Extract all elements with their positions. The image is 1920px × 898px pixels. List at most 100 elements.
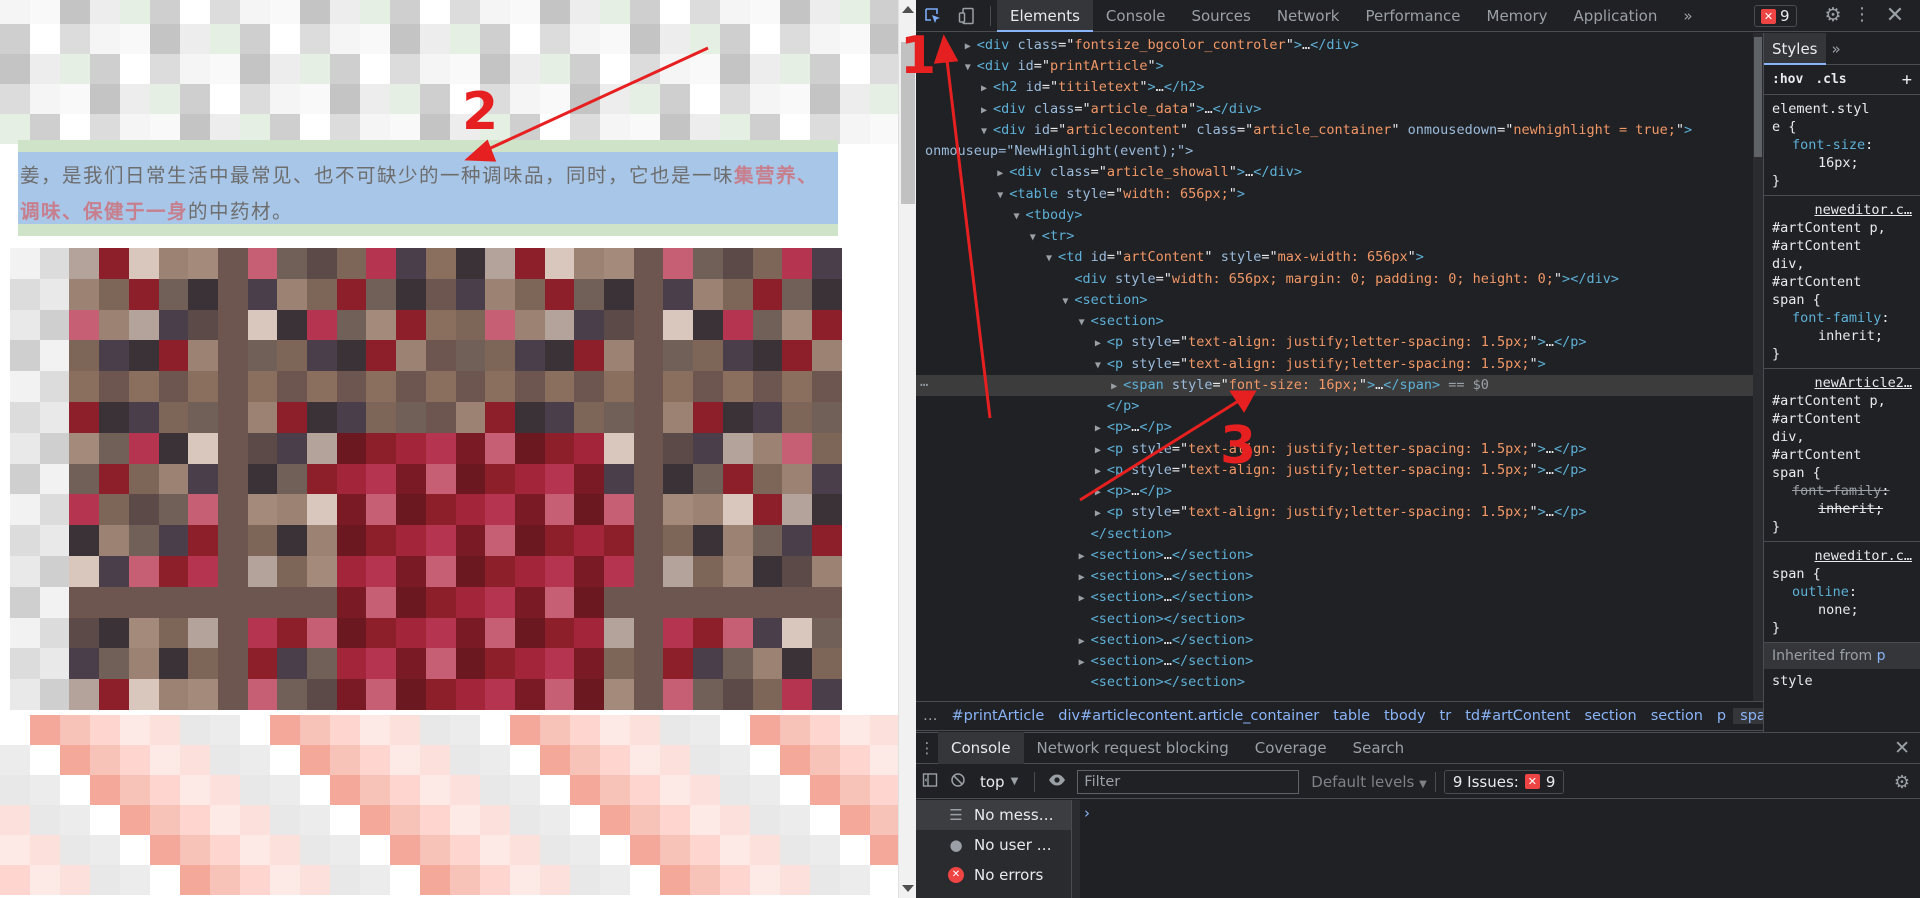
drawer-tab-search[interactable]: Search bbox=[1340, 732, 1418, 764]
dom-node[interactable]: ▶ <h2 id="titiletext">…</h2> bbox=[916, 77, 1756, 98]
breadcrumb-item[interactable]: section bbox=[1644, 708, 1710, 724]
dom-node-selected[interactable]: ▶ <span style="font-size: 16px;">…</span>… bbox=[916, 374, 1756, 397]
dom-node[interactable]: ▶ <p>…</p> bbox=[916, 481, 1756, 502]
dom-tree-scroll-thumb[interactable] bbox=[1754, 37, 1762, 157]
collapse-triangle-icon[interactable]: ▼ bbox=[1095, 355, 1107, 376]
settings-gear-icon[interactable]: ⚙ bbox=[1822, 4, 1844, 28]
dom-node[interactable]: ▼ <div id="articlecontent" class="article… bbox=[916, 120, 1756, 141]
tab-styles[interactable]: Styles bbox=[1764, 33, 1826, 65]
style-rule[interactable]: neweditor.c… span {outline: none;} bbox=[1764, 542, 1920, 643]
expand-triangle-icon[interactable]: ▶ bbox=[1111, 376, 1123, 397]
collapse-triangle-icon[interactable]: ▼ bbox=[1030, 227, 1042, 248]
collapse-triangle-icon[interactable]: ▼ bbox=[965, 57, 977, 78]
breadcrumb-item[interactable]: div#articlecontent.article_container bbox=[1051, 708, 1326, 724]
css-property[interactable]: outline: none; bbox=[1772, 583, 1912, 619]
collapse-triangle-icon[interactable]: ▼ bbox=[1079, 312, 1091, 333]
sidebar-item-user-messages[interactable]: ● No user … bbox=[916, 830, 1071, 860]
dom-node[interactable]: onmouseup="NewHighlight(event);"> bbox=[916, 141, 1756, 162]
log-levels-dropdown[interactable]: Default levels ▼ bbox=[1311, 773, 1427, 791]
expand-triangle-icon[interactable]: ▶ bbox=[1095, 418, 1107, 439]
close-devtools-icon[interactable]: ✕ bbox=[1882, 3, 1908, 29]
expand-triangle-icon[interactable]: ▶ bbox=[1079, 546, 1091, 567]
context-selector[interactable]: top ▼ bbox=[972, 773, 1026, 791]
dom-node[interactable]: ▼ <table style="width: 656px;"> bbox=[916, 184, 1756, 205]
dom-node[interactable]: ▼ <tbody> bbox=[916, 205, 1756, 226]
dom-node[interactable]: ▶ <p style="text-align: justify;letter-sp… bbox=[916, 460, 1756, 481]
drawer-tab-console[interactable]: Console bbox=[938, 732, 1024, 764]
styles-more-tabs[interactable]: » bbox=[1826, 40, 1847, 58]
expand-triangle-icon[interactable]: ▶ bbox=[1095, 333, 1107, 354]
dom-node[interactable]: ▼ <section> bbox=[916, 290, 1756, 311]
collapse-triangle-icon[interactable]: ▼ bbox=[1046, 248, 1058, 269]
stylesheet-link[interactable]: neweditor.c… bbox=[1772, 547, 1912, 565]
collapse-triangle-icon[interactable]: ▼ bbox=[1062, 291, 1074, 312]
dom-node[interactable]: </section> bbox=[916, 524, 1756, 545]
console-settings-gear-icon[interactable]: ⚙ bbox=[1894, 772, 1910, 793]
error-count-badge[interactable]: ✕ 9 bbox=[1754, 5, 1797, 27]
collapse-triangle-icon[interactable]: ▼ bbox=[1014, 206, 1026, 227]
device-toolbar-icon[interactable] bbox=[950, 0, 984, 32]
selected-paragraph[interactable]: 姜，是我们日常生活中最常见、也不可缺少的一种调味品，同时，它也是一味集营养、调味… bbox=[18, 152, 838, 224]
console-prompt[interactable]: › bbox=[1084, 804, 1090, 822]
tab-performance[interactable]: Performance bbox=[1352, 0, 1473, 32]
breadcrumb-item[interactable]: #printArticle bbox=[945, 708, 1052, 724]
more-tabs-button[interactable]: » bbox=[1670, 0, 1705, 32]
style-rule[interactable]: neweditor.c… #artContent p, #artContent div… bbox=[1764, 196, 1920, 369]
dom-node[interactable]: ▶ <p style="text-align: justify;letter-sp… bbox=[916, 439, 1756, 460]
breadcrumb-item[interactable]: p bbox=[1710, 708, 1733, 724]
breadcrumb-item[interactable]: span bbox=[1733, 708, 1763, 724]
issues-button[interactable]: 9 Issues: ✕ 9 bbox=[1443, 769, 1565, 794]
close-drawer-icon[interactable]: ✕ bbox=[1894, 737, 1910, 759]
console-sidebar-splitter[interactable] bbox=[1072, 800, 1080, 898]
expand-triangle-icon[interactable]: ▶ bbox=[997, 163, 1009, 184]
collapse-triangle-icon[interactable]: ▼ bbox=[997, 185, 1009, 206]
inherited-element-link[interactable]: p bbox=[1877, 648, 1886, 664]
tab-sources[interactable]: Sources bbox=[1178, 0, 1263, 32]
stylesheet-link[interactable]: neweditor.c… bbox=[1772, 201, 1912, 219]
class-toggle[interactable]: .cls bbox=[1815, 72, 1846, 87]
page-scrollbar[interactable] bbox=[898, 0, 916, 898]
live-expression-eye-icon[interactable] bbox=[1043, 773, 1071, 791]
dom-node[interactable]: <section></section> bbox=[916, 609, 1756, 630]
dom-node[interactable]: ▼ <section> bbox=[916, 311, 1756, 332]
tab-application[interactable]: Application bbox=[1561, 0, 1671, 32]
tab-elements[interactable]: Elements bbox=[997, 0, 1093, 32]
dom-node[interactable]: </p> bbox=[916, 396, 1756, 417]
expand-triangle-icon[interactable]: ▶ bbox=[1079, 588, 1091, 609]
new-rule-plus-icon[interactable]: + bbox=[1902, 70, 1912, 90]
style-rule[interactable]: newArticle2… #artContent p, #artContent div… bbox=[1764, 369, 1920, 542]
expand-triangle-icon[interactable]: ▶ bbox=[1095, 461, 1107, 482]
style-rule[interactable]: element.styl e {font-size: 16px;} bbox=[1764, 95, 1920, 196]
dom-node[interactable]: ▶ <div class="article_showall">…</div> bbox=[916, 162, 1756, 183]
breadcrumb-item[interactable]: table bbox=[1326, 708, 1377, 724]
hover-state-toggle[interactable]: :hov bbox=[1772, 72, 1803, 87]
dom-node[interactable]: ▶ <section>…</section> bbox=[916, 587, 1756, 608]
dom-node[interactable]: ▶ <section>…</section> bbox=[916, 651, 1756, 672]
sidebar-item-messages[interactable]: ☰ No mess… bbox=[916, 800, 1071, 830]
dom-node[interactable]: ▼ <td id="artContent" style="max-width: 6… bbox=[916, 247, 1756, 268]
console-filter-input[interactable] bbox=[1077, 769, 1300, 794]
dom-tree-scrollbar[interactable] bbox=[1753, 33, 1763, 701]
dom-node[interactable]: ▶ <div class="article_data">…</div> bbox=[916, 99, 1756, 120]
dom-node[interactable]: <section></section> bbox=[916, 672, 1756, 693]
dom-node[interactable]: ▶ <section>…</section> bbox=[916, 630, 1756, 651]
tab-console[interactable]: Console bbox=[1093, 0, 1179, 32]
dom-node[interactable]: ▶ <section>…</section> bbox=[916, 545, 1756, 566]
expand-triangle-icon[interactable]: ▶ bbox=[1079, 652, 1091, 673]
expand-triangle-icon[interactable]: ▶ bbox=[965, 36, 977, 57]
css-property[interactable]: font-family: inherit; bbox=[1772, 482, 1912, 518]
dom-node[interactable]: ▶ <p>…</p> bbox=[916, 417, 1756, 438]
expand-triangle-icon[interactable]: ▶ bbox=[981, 78, 993, 99]
expand-triangle-icon[interactable]: ▶ bbox=[1095, 482, 1107, 503]
expand-triangle-icon[interactable]: ▶ bbox=[981, 100, 993, 121]
collapse-triangle-icon[interactable]: ▼ bbox=[981, 121, 993, 142]
drawer-tab-network-request-blocking[interactable]: Network request blocking bbox=[1024, 732, 1242, 764]
dom-node[interactable]: ▶ <p style="text-align: justify;letter-sp… bbox=[916, 502, 1756, 523]
breadcrumb-item[interactable]: td#artContent bbox=[1458, 708, 1577, 724]
scroll-down-arrow-icon[interactable] bbox=[902, 885, 914, 892]
dom-node[interactable]: ▼ <tr> bbox=[916, 226, 1756, 247]
more-options-icon[interactable]: ⋮ bbox=[1852, 4, 1872, 28]
expand-triangle-icon[interactable]: ▶ bbox=[1079, 631, 1091, 652]
drawer-menu-icon[interactable]: ⋮ bbox=[916, 739, 938, 757]
css-property[interactable]: font-family: inherit; bbox=[1772, 309, 1912, 345]
